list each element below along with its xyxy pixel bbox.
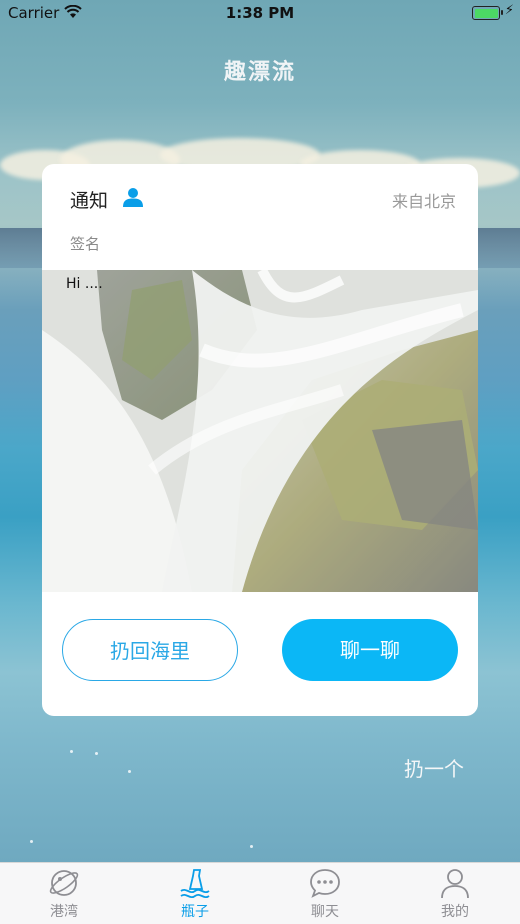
tab-label: 港湾	[50, 904, 78, 920]
tab-me[interactable]: 我的	[415, 867, 495, 921]
status-bar: Carrier 1:38 PM ⚡	[0, 0, 520, 26]
tab-bar: 港湾 瓶子 聊天 我的	[0, 862, 520, 924]
bottle-photo: Hi ....	[42, 270, 478, 592]
person-icon	[441, 869, 469, 899]
chat-bubble-icon	[310, 869, 340, 898]
author-name: 通知	[70, 190, 109, 212]
location-label: 来自北京	[391, 192, 456, 211]
bottle-message: Hi ....	[66, 276, 103, 292]
tab-chat[interactable]: 聊天	[285, 867, 365, 921]
bottle-icon	[180, 869, 210, 899]
charging-icon: ⚡	[504, 3, 514, 18]
battery-icon	[472, 6, 503, 20]
chat-button[interactable]: 聊一聊	[282, 619, 458, 681]
tab-label: 我的	[441, 904, 469, 920]
page-title: 趣漂流	[223, 60, 296, 85]
user-icon[interactable]	[122, 186, 144, 208]
tab-harbor[interactable]: 港湾	[24, 867, 104, 921]
signature-label: 签名	[70, 235, 101, 253]
throw-one-button[interactable]: 扔一个	[404, 753, 464, 782]
bottle-card: 通知 来自北京 签名 Hi .... 扔回海里 聊一聊	[42, 164, 478, 716]
tab-label: 聊天	[311, 904, 339, 920]
throw-back-button[interactable]: 扔回海里	[62, 619, 238, 681]
planet-icon	[49, 870, 79, 896]
tab-label: 瓶子	[181, 904, 209, 920]
clock: 1:38 PM	[225, 4, 295, 22]
waterfall-image	[42, 270, 478, 592]
tab-bottle[interactable]: 瓶子	[155, 867, 235, 921]
